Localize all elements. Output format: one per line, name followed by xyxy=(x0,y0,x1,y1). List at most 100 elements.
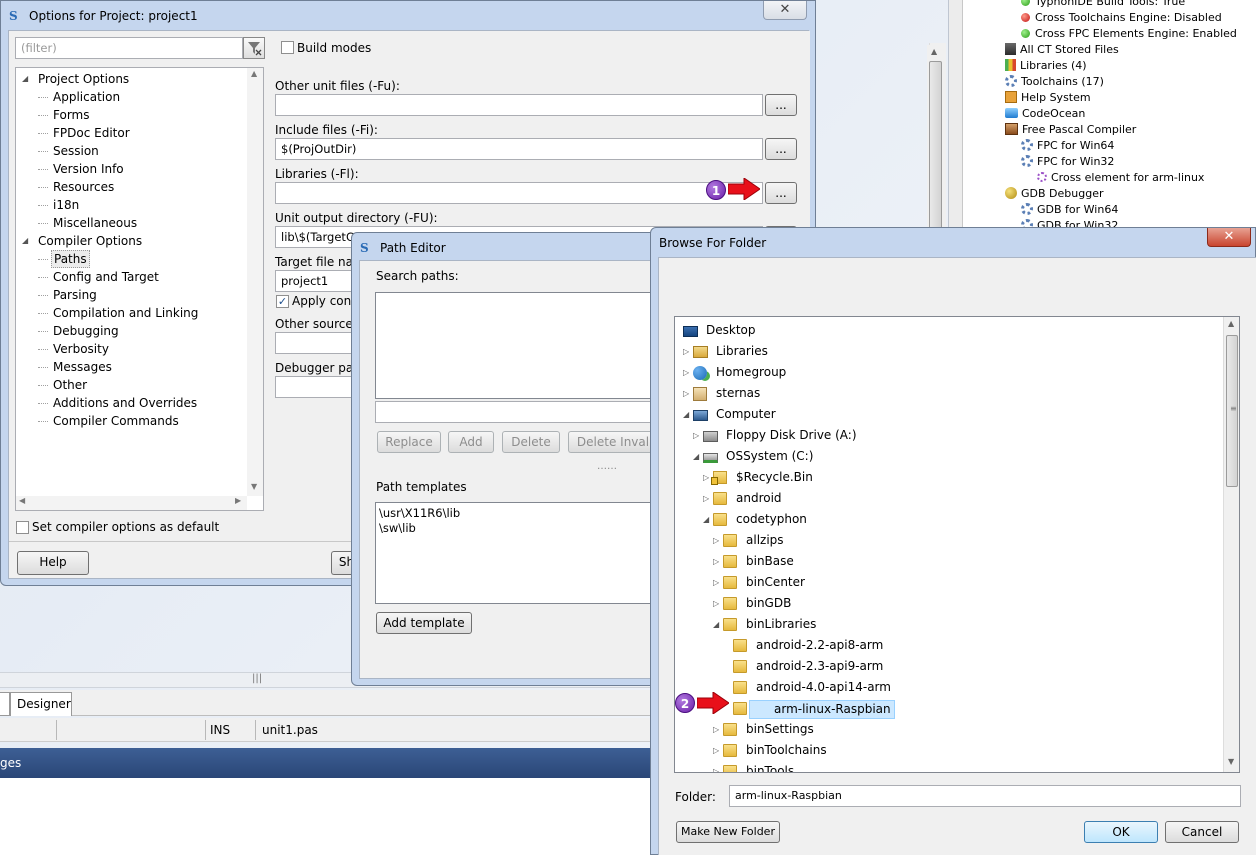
right-tree-item[interactable]: All CT Stored Files xyxy=(1005,42,1119,58)
folder-scroll-thumb[interactable]: ≡ xyxy=(1226,335,1238,487)
options-tree-item[interactable]: Miscellaneous xyxy=(16,214,244,232)
options-tree-vscroll[interactable]: ▲ ▼ xyxy=(247,68,263,496)
right-tree-item[interactable]: FPC for Win32 xyxy=(1021,154,1114,170)
options-close-button[interactable]: ✕ xyxy=(763,1,807,20)
build-modes-checkbox[interactable] xyxy=(281,41,294,54)
template-item[interactable]: \sw\lib xyxy=(379,521,661,536)
filter-clear-button[interactable] xyxy=(243,37,265,59)
folder-tree-item[interactable]: ▷ binSettings xyxy=(675,720,1223,740)
search-paths-list[interactable] xyxy=(375,292,665,399)
include-field[interactable]: $(ProjOutDir) xyxy=(275,138,763,160)
expand-triangle-icon[interactable]: ▷ xyxy=(693,427,699,445)
libraries-browse-button[interactable]: ... xyxy=(765,182,797,204)
expand-triangle-icon[interactable]: ▷ xyxy=(683,364,689,382)
expand-triangle-icon[interactable]: ▷ xyxy=(713,553,719,571)
folder-scroll-down-icon[interactable]: ▼ xyxy=(1228,757,1234,766)
options-tree[interactable]: ◢ Project Options Application Forms FPDoc Ed… xyxy=(15,67,264,511)
include-browse-button[interactable]: ... xyxy=(765,138,797,160)
folder-field[interactable]: arm-linux-Raspbian xyxy=(729,785,1241,807)
paths-vscrollbar[interactable]: ▲ xyxy=(927,45,944,245)
right-tree-item[interactable]: Cross Toolchains Engine: Disabled xyxy=(1021,10,1222,26)
right-tree-item[interactable]: CodeOcean xyxy=(1005,106,1085,122)
options-tree-item[interactable]: ◢ Compiler Options xyxy=(16,232,244,250)
ok-button[interactable]: OK xyxy=(1084,821,1158,843)
options-tree-item[interactable]: ◢ Project Options xyxy=(16,70,244,88)
right-tree-item[interactable]: Cross FPC Elements Engine: Enabled xyxy=(1021,26,1237,42)
folder-tree-item[interactable]: ▷ binGDB xyxy=(675,594,1223,614)
options-tree-item[interactable]: Config and Target xyxy=(16,268,244,286)
folder-tree-item[interactable]: ▷ Floppy Disk Drive (A:) xyxy=(675,426,1223,446)
libraries-field[interactable] xyxy=(275,182,763,204)
expand-triangle-icon[interactable]: ▷ xyxy=(713,763,719,772)
folder-tree-item[interactable]: ▷ binTools xyxy=(675,762,1223,772)
scroll-right-arrow-icon[interactable]: ▶ xyxy=(235,496,241,505)
options-tree-item[interactable]: Session xyxy=(16,142,244,160)
folder-tree-item[interactable]: ◢ OSSystem (C:) xyxy=(675,447,1223,467)
options-tree-item[interactable]: i18n xyxy=(16,196,244,214)
right-tree-item[interactable]: Free Pascal Compiler xyxy=(1005,122,1136,138)
options-tree-item[interactable]: Messages xyxy=(16,358,244,376)
expand-triangle-icon[interactable]: ▷ xyxy=(713,532,719,550)
collapse-triangle-icon[interactable]: ◢ xyxy=(713,616,719,634)
right-tree-item[interactable]: Toolchains (17) xyxy=(1005,74,1104,90)
folder-tree-vscroll[interactable]: ▲ ≡ ▼ xyxy=(1223,317,1239,772)
make-new-folder-button[interactable]: Make New Folder xyxy=(676,821,780,843)
options-tree-item[interactable]: Parsing xyxy=(16,286,244,304)
replace-button[interactable]: Replace xyxy=(377,431,441,453)
collapse-triangle-icon[interactable]: ◢ xyxy=(683,406,689,424)
splitter-grip[interactable]: ||| xyxy=(252,673,262,684)
path-templates-list[interactable]: \usr\X11R6\lib \sw\lib xyxy=(375,502,665,604)
collapse-triangle-icon[interactable]: ◢ xyxy=(693,448,699,466)
options-tree-item[interactable]: FPDoc Editor xyxy=(16,124,244,142)
options-tree-hscroll[interactable]: ◀ ▶ xyxy=(16,496,247,510)
folder-tree-item[interactable]: ▷ binToolchains xyxy=(675,741,1223,761)
folder-tree-item[interactable]: ▷ $Recycle.Bin xyxy=(675,468,1223,488)
expand-triangle-icon[interactable]: ▷ xyxy=(703,490,709,508)
tab-code[interactable] xyxy=(0,692,10,716)
options-tree-item[interactable]: Paths xyxy=(16,250,244,268)
folder-tree-item[interactable]: ▷ Homegroup xyxy=(675,363,1223,383)
folder-tree-item[interactable]: ▷ allzips xyxy=(675,531,1223,551)
options-tree-item[interactable]: Application xyxy=(16,88,244,106)
add-template-button[interactable]: Add template xyxy=(376,612,472,634)
options-tree-item[interactable]: Other xyxy=(16,376,244,394)
folder-tree-item[interactable]: android-4.0-api14-arm xyxy=(675,678,1223,698)
options-tree-item[interactable]: Verbosity xyxy=(16,340,244,358)
filter-input[interactable]: (filter) xyxy=(15,37,243,59)
folder-scroll-up-icon[interactable]: ▲ xyxy=(1228,319,1234,328)
paths-scroll-up-icon[interactable]: ▲ xyxy=(931,47,937,56)
folder-tree-item[interactable]: ◢ codetyphon xyxy=(675,510,1223,530)
apply-conventions-checkbox[interactable]: ✓ xyxy=(276,295,289,308)
options-tree-item[interactable]: Resources xyxy=(16,178,244,196)
folder-tree-item[interactable]: Desktop xyxy=(675,321,1223,341)
options-tree-item[interactable]: Forms xyxy=(16,106,244,124)
other-unit-browse-button[interactable]: ... xyxy=(765,94,797,116)
options-tree-item[interactable]: Version Info xyxy=(16,160,244,178)
scroll-up-arrow-icon[interactable]: ▲ xyxy=(251,69,257,78)
folder-tree-item[interactable]: ▷ binBase xyxy=(675,552,1223,572)
folder-tree-item[interactable]: arm-linux-Raspbian xyxy=(675,699,1223,719)
expand-triangle-icon[interactable]: ▷ xyxy=(713,574,719,592)
expand-triangle-icon[interactable]: ▷ xyxy=(703,469,709,487)
options-tree-item[interactable]: Compilation and Linking xyxy=(16,304,244,322)
expand-triangle-icon[interactable]: ▷ xyxy=(713,595,719,613)
folder-tree-item[interactable]: android-2.2-api8-arm xyxy=(675,636,1223,656)
expand-triangle-icon[interactable]: ▷ xyxy=(713,742,719,760)
right-tree-item[interactable]: FPC for Win64 xyxy=(1021,138,1114,154)
options-tree-item[interactable]: Debugging xyxy=(16,322,244,340)
scroll-down-arrow-icon[interactable]: ▼ xyxy=(251,482,257,491)
right-tree-item[interactable]: TyphonIDE Build Tools: True xyxy=(1021,0,1185,10)
set-default-checkbox[interactable] xyxy=(16,521,29,534)
scroll-left-arrow-icon[interactable]: ◀ xyxy=(19,496,25,505)
tab-designer[interactable]: Designer xyxy=(10,692,72,716)
right-tree-item[interactable]: GDB Debugger xyxy=(1005,186,1103,202)
right-tree-item[interactable]: GDB for Win64 xyxy=(1021,202,1118,218)
expand-triangle-icon[interactable]: ◢ xyxy=(22,232,28,250)
path-edit-field[interactable] xyxy=(375,401,665,423)
delete-button[interactable]: Delete xyxy=(502,431,560,453)
folder-tree-item[interactable]: ▷ sternas xyxy=(675,384,1223,404)
folder-tree-item[interactable]: ▷ android xyxy=(675,489,1223,509)
expand-triangle-icon[interactable]: ◢ xyxy=(22,70,28,88)
folder-tree-item[interactable]: ▷ binCenter xyxy=(675,573,1223,593)
right-tree-item[interactable]: Cross element for arm-linux xyxy=(1037,170,1204,186)
